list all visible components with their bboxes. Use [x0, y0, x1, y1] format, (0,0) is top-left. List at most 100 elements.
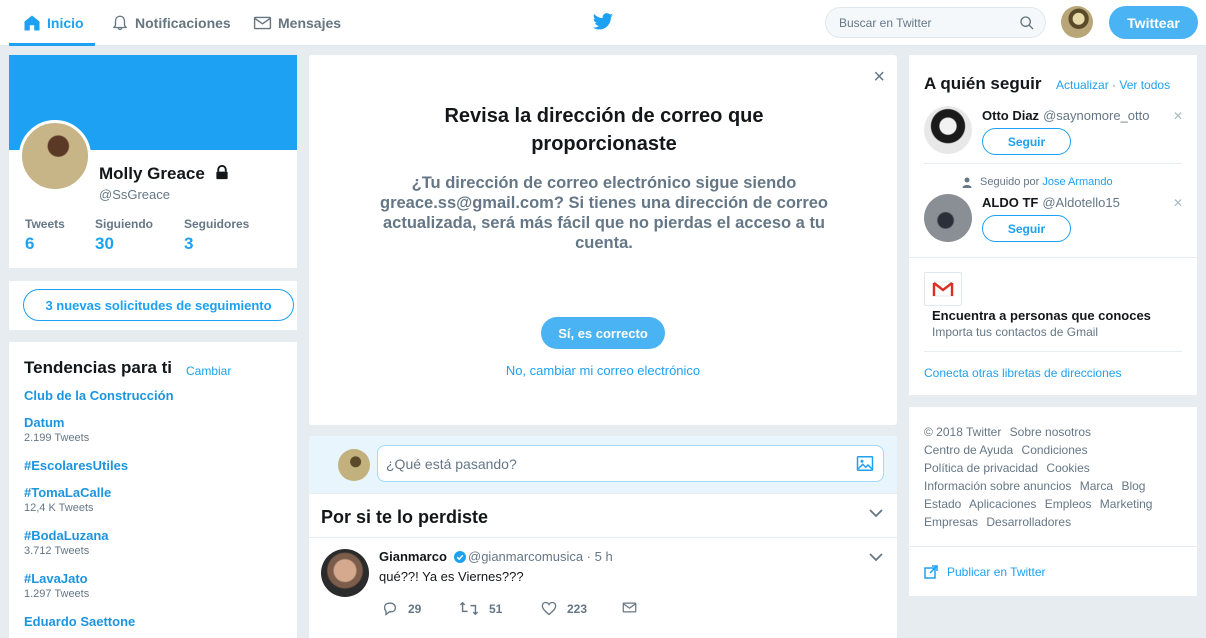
like-count: 223: [567, 601, 588, 616]
chevron-down-icon[interactable]: [869, 552, 883, 562]
profile-handle[interactable]: @SsGreace: [99, 187, 170, 202]
suggestion-name-row[interactable]: Otto Diaz @saynomore_otto: [982, 108, 1149, 123]
footer-link[interactable]: Política de privacidad: [924, 461, 1038, 475]
follow-button[interactable]: Seguir: [982, 128, 1071, 155]
trends-title: Tendencias para ti: [24, 358, 173, 377]
prompt-title: Revisa la dirección de correo que propor…: [444, 105, 764, 155]
footer-link[interactable]: Información sobre anuncios: [924, 479, 1071, 493]
follow-button[interactable]: Seguir: [982, 215, 1071, 242]
tweet-author-avatar[interactable]: [321, 549, 369, 597]
trend-count: 1.297 Tweets: [24, 588, 90, 600]
heart-icon: [541, 601, 557, 616]
refresh-link[interactable]: Actualizar: [1056, 78, 1109, 92]
twitter-bird-logo[interactable]: [592, 12, 614, 32]
connect-address-books-link[interactable]: Conecta otras libretas de direcciones: [924, 366, 1121, 380]
footer-link[interactable]: Desarrolladores: [986, 515, 1071, 529]
footer-copyright: © 2018 Twitter: [924, 425, 1002, 439]
compose-input[interactable]: ¿Qué está pasando?: [377, 445, 884, 482]
account-avatar[interactable]: [1061, 6, 1093, 38]
reply-button[interactable]: 29: [382, 601, 421, 616]
trends-change-link[interactable]: Cambiar: [186, 364, 231, 378]
trend-item[interactable]: Eduardo Saettone: [24, 614, 135, 629]
like-button[interactable]: 223: [541, 601, 587, 616]
retweet-count: 51: [489, 601, 503, 616]
trend-item[interactable]: Datum: [24, 415, 64, 430]
publish-on-twitter[interactable]: Publicar en Twitter: [909, 546, 1197, 596]
footer-row: Centro de Ayuda Condiciones: [924, 443, 1093, 457]
footer-link[interactable]: Marketing: [1100, 497, 1153, 511]
footer-link[interactable]: Blog: [1121, 479, 1145, 493]
publish-label: Publicar en Twitter: [947, 565, 1046, 579]
nav-home[interactable]: Inicio: [9, 0, 95, 46]
search-icon[interactable]: [1019, 15, 1035, 31]
dismiss-icon[interactable]: ✕: [1173, 196, 1183, 210]
footer-link[interactable]: Marca: [1080, 479, 1113, 493]
close-icon[interactable]: ×: [873, 66, 885, 89]
trend-count: 2.199 Tweets: [24, 432, 90, 444]
reply-count: 29: [408, 601, 422, 616]
view-all-link[interactable]: Ver todos: [1119, 78, 1170, 92]
tweet-author-row[interactable]: Gianmarco: [379, 549, 466, 564]
image-icon[interactable]: [856, 455, 874, 472]
confirm-email-button[interactable]: Sí, es correcto: [541, 317, 665, 349]
change-email-link[interactable]: No, cambiar mi correo electrónico: [309, 363, 897, 378]
footer-link[interactable]: Sobre nosotros: [1010, 425, 1091, 439]
retweet-button[interactable]: 51: [459, 601, 502, 616]
footer-link[interactable]: Centro de Ayuda: [924, 443, 1013, 457]
who-to-follow-title: A quién seguir: [924, 74, 1042, 93]
nav-home-label: Inicio: [47, 15, 84, 31]
who-to-follow-card: A quién seguir Actualizar · Ver todos Ot…: [909, 55, 1197, 395]
suggestion-avatar[interactable]: [924, 194, 972, 242]
tweet-compose-box: ¿Qué está pasando?: [309, 436, 897, 493]
footer-link[interactable]: Condiciones: [1022, 443, 1088, 457]
envelope-icon: [253, 16, 272, 30]
footer-link[interactable]: Aplicaciones: [969, 497, 1036, 511]
follow-requests-card: 3 nuevas solicitudes de seguimiento: [9, 281, 297, 330]
trend-item[interactable]: #TomaLaCalle: [24, 485, 111, 500]
stat-label: Tweets: [25, 217, 65, 231]
stat-value: 3: [184, 234, 194, 253]
envelope-icon: [622, 602, 637, 613]
stat-following[interactable]: Siguiendo 30: [95, 217, 153, 254]
prompt-body: ¿Tu dirección de correo electrónico sigu…: [380, 174, 828, 252]
suggestion-name-row[interactable]: ALDO TF @Aldotello15: [982, 195, 1120, 210]
footer-link[interactable]: Empresas: [924, 515, 978, 529]
trend-count: 12,4 K Tweets: [24, 502, 94, 514]
trend-item[interactable]: #BodaLuzana: [24, 528, 109, 543]
footer-link[interactable]: Estado: [924, 497, 961, 511]
nav-notifications-label: Notificaciones: [135, 15, 231, 31]
divider: [924, 351, 1182, 352]
suggestion-name: ALDO TF: [982, 195, 1039, 210]
reply-icon: [384, 602, 397, 616]
trend-item[interactable]: #EscolaresUtiles: [24, 458, 128, 473]
nav-messages[interactable]: Mensajes: [253, 0, 341, 46]
tweet-text: qué??! Ya es Viernes???: [379, 569, 524, 584]
nav-messages-label: Mensajes: [278, 15, 342, 31]
profile-avatar[interactable]: [19, 120, 91, 192]
compose-placeholder: ¿Qué está pasando?: [386, 456, 517, 472]
chevron-down-icon[interactable]: [869, 508, 883, 518]
trends-card: Tendencias para ti Cambiar Club de la Co…: [9, 342, 297, 638]
stat-followers[interactable]: Seguidores 3: [184, 217, 249, 254]
footer-link[interactable]: Cookies: [1046, 461, 1089, 475]
stat-tweets[interactable]: Tweets 6: [25, 217, 65, 254]
tweet-button[interactable]: Twittear: [1109, 6, 1198, 39]
profile-name[interactable]: Molly Greace: [99, 164, 205, 183]
compose-avatar: [338, 449, 370, 481]
follow-requests-button[interactable]: 3 nuevas solicitudes de seguimiento: [23, 289, 294, 321]
direct-message-button[interactable]: [622, 601, 647, 614]
trend-item[interactable]: #LavaJato: [24, 571, 88, 586]
suggestion-avatar[interactable]: [924, 106, 972, 154]
tweet-author-handle[interactable]: @gianmarcomusica · 5 h: [468, 549, 613, 564]
external-link-icon: [924, 565, 938, 579]
search-field[interactable]: Buscar en Twitter: [825, 7, 1046, 38]
context-link[interactable]: Jose Armando: [1042, 176, 1112, 188]
footer-link[interactable]: Empleos: [1045, 497, 1092, 511]
trend-item[interactable]: Club de la Construcción: [24, 388, 174, 403]
stat-label: Seguidores: [184, 217, 250, 231]
footer-links-card: © 2018 Twitter Sobre nosotros Centro de …: [909, 407, 1197, 546]
dismiss-icon[interactable]: ✕: [1173, 109, 1183, 123]
gmail-icon[interactable]: [924, 272, 962, 306]
find-people-title[interactable]: Encuentra a personas que conoces: [932, 308, 1151, 323]
nav-notifications[interactable]: Notificaciones: [111, 0, 231, 46]
